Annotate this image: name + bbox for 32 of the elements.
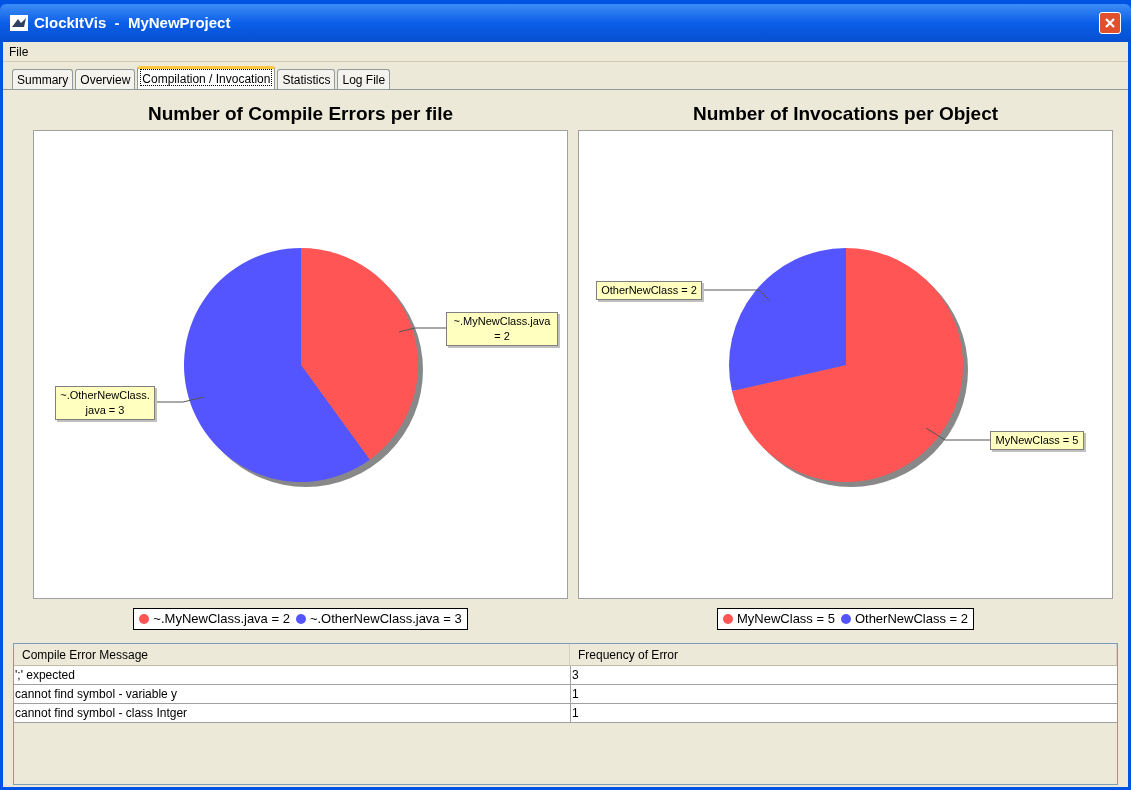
- leader-line: [925, 427, 991, 441]
- app-icon: [10, 15, 28, 31]
- chart-title: Number of Compile Errors per file: [147, 101, 454, 126]
- column-header[interactable]: Compile Error Message: [14, 644, 570, 665]
- legend-label: OtherNewClass = 2: [854, 610, 968, 629]
- close-icon: [1104, 17, 1116, 29]
- table-cell-text: cannot find symbol - variable y: [14, 686, 179, 703]
- tab[interactable]: Statistics: [277, 69, 336, 89]
- table-cell-text: cannot find symbol - class Intger: [14, 705, 189, 722]
- slice-label: ~.OtherNewClass.java = 3: [55, 386, 155, 420]
- tab[interactable]: Overview: [75, 69, 136, 89]
- slice-label: ~.MyNewClass.java = 2: [446, 312, 558, 346]
- table-cell: 3: [570, 666, 1117, 684]
- legend-label: ~.OtherNewClass.java = 3: [309, 610, 462, 629]
- chart-title: Number of Invocations per Object: [692, 101, 999, 126]
- tab[interactable]: Summary: [12, 69, 74, 89]
- table-cell: 1: [570, 685, 1117, 703]
- leader-line: [154, 396, 205, 403]
- window-title: ClockItVis - MyNewProject: [34, 12, 232, 33]
- slice-label: MyNewClass = 5: [990, 431, 1084, 450]
- leader-line: [398, 327, 447, 333]
- slice-label: OtherNewClass = 2: [596, 281, 702, 300]
- tab[interactable]: Compilation / Invocation: [137, 66, 276, 89]
- tab[interactable]: Log File: [337, 69, 391, 89]
- table-cell: 1: [570, 704, 1117, 722]
- column-header[interactable]: Frequency of Error: [570, 644, 1117, 665]
- close-button[interactable]: [1099, 12, 1121, 34]
- table-cell-text: ';' expected: [14, 667, 76, 684]
- legend-label: ~.MyNewClass.java = 2: [153, 610, 290, 629]
- leader-line: [701, 289, 770, 301]
- menu-item[interactable]: File: [3, 42, 35, 61]
- legend-label: MyNewClass = 5: [737, 610, 835, 629]
